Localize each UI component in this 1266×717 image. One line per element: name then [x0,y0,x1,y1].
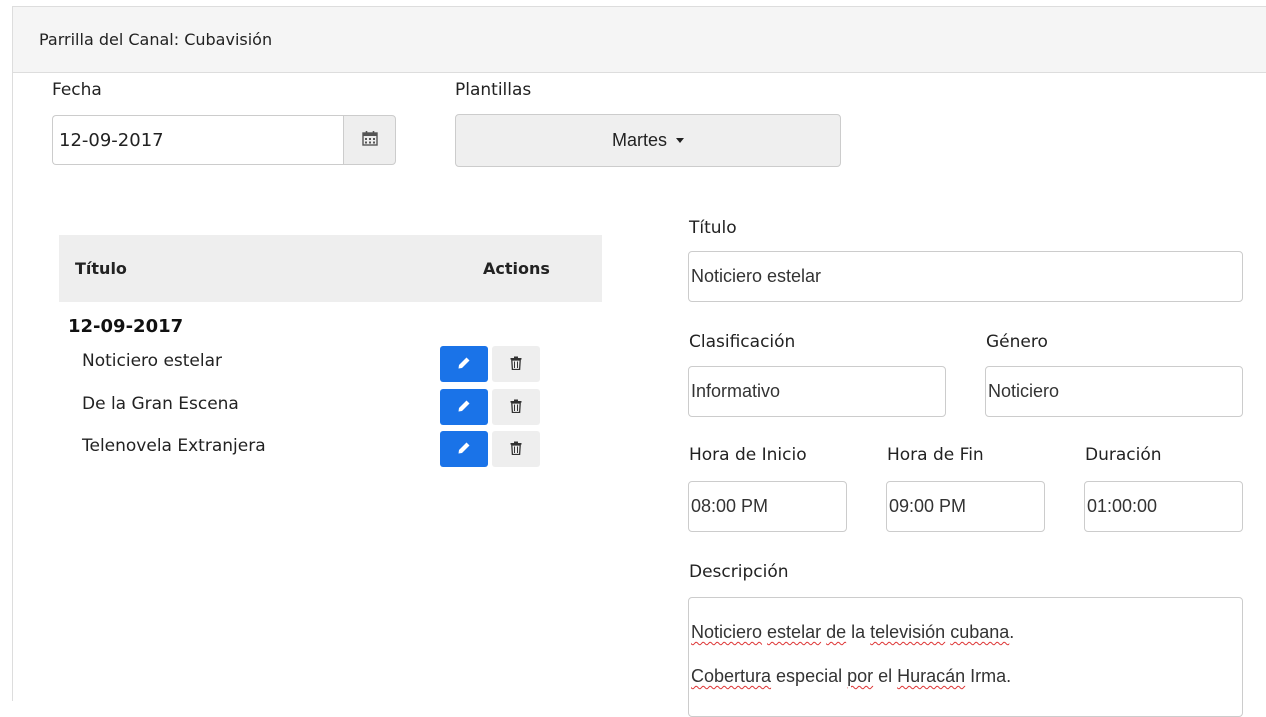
column-title: Título [75,259,127,278]
calendar-button[interactable] [343,115,396,165]
hora-fin-label: Hora de Fin [887,445,984,465]
delete-button[interactable] [492,346,540,382]
trash-icon [510,355,522,374]
date-input[interactable]: 12-09-2017 [52,115,344,165]
genero-input[interactable]: Noticiero [985,366,1243,417]
fecha-label: Fecha [52,80,102,100]
panel-heading: Parrilla del Canal: Cubavisión [13,7,1266,73]
column-actions: Actions [483,259,550,278]
delete-button[interactable] [492,431,540,467]
misspelled-word: Cobertura [691,666,772,686]
edit-button[interactable] [440,389,488,425]
plantillas-dropdown[interactable]: Martes [455,114,841,167]
misspelled-word: cubana [950,622,1010,642]
descripcion-textarea[interactable]: Noticiero estelar de la televisión cuban… [688,597,1243,717]
calendar-icon [361,130,378,150]
duracion-label: Duración [1085,445,1162,465]
edit-button[interactable] [440,346,488,382]
pencil-icon [457,440,471,459]
misspelled-word: Huracán [897,666,966,686]
clasificacion-label: Clasificación [689,332,796,352]
row-title: Telenovela Extranjera [82,436,266,456]
misspelled-word: estelar [767,622,822,642]
genero-label: Género [986,332,1048,352]
trash-icon [510,398,522,417]
hora-inicio-input[interactable]: 08:00 PM [688,481,847,532]
misspelled-word: Noticiero [691,622,763,642]
descripcion-line: Cobertura especial por el Huracán Irma. [691,666,1012,686]
caret-down-icon [676,138,684,143]
misspelled-word: por [847,666,874,686]
plantillas-selected: Martes [611,130,667,150]
descripcion-line: Noticiero estelar de la televisión cuban… [691,622,1015,642]
trash-icon [510,440,522,459]
delete-button[interactable] [492,389,540,425]
duracion-input[interactable]: 01:00:00 [1084,481,1243,532]
table-header: Título Actions [59,235,602,302]
row-title: De la Gran Escena [82,394,239,414]
row-title: Noticiero estelar [82,351,223,371]
plantillas-label: Plantillas [455,80,532,100]
hora-fin-input[interactable]: 09:00 PM [886,481,1045,532]
pencil-icon [457,355,471,374]
group-date: 12-09-2017 [68,316,184,337]
misspelled-word: televisión [870,622,946,642]
titulo-label: Título [689,218,737,238]
pencil-icon [457,398,471,417]
clasificacion-input[interactable]: Informativo [688,366,946,417]
titulo-input[interactable]: Noticiero estelar [688,251,1243,302]
hora-inicio-label: Hora de Inicio [689,445,807,465]
descripcion-label: Descripción [689,562,789,582]
edit-button[interactable] [440,431,488,467]
misspelled-word: de [826,622,847,642]
